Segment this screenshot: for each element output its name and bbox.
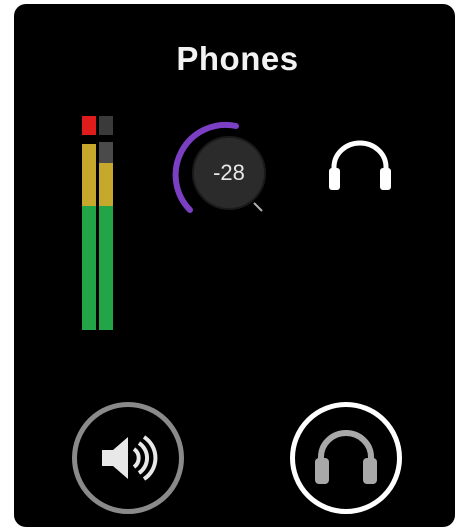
- knob-value: -28: [213, 160, 245, 185]
- headphones-icon: [315, 430, 377, 484]
- speaker-icon: [102, 435, 158, 481]
- speaker-button[interactable]: [72, 402, 184, 514]
- headphones-icon: [329, 140, 391, 190]
- headphones-button[interactable]: [290, 402, 402, 514]
